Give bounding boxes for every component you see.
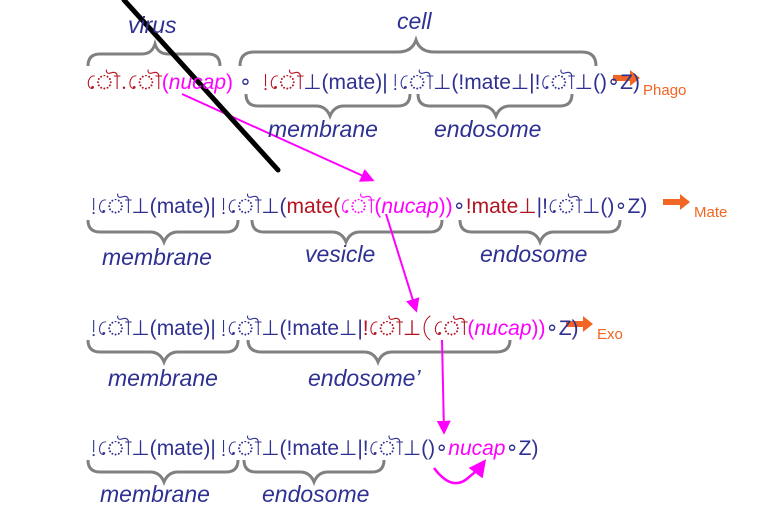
nucap-term: nucap <box>474 317 532 340</box>
move-arrow-exo <box>436 339 451 435</box>
label-membrane-1: membrane <box>268 116 378 142</box>
mate-active: mate <box>286 195 334 218</box>
nucap-term: nucap <box>448 437 506 460</box>
label-virus: virus <box>128 12 177 38</box>
action-label-phago: Phago <box>643 82 687 99</box>
label-endosome-4: endosome <box>262 481 370 507</box>
label-endosome-1: endosome <box>434 116 542 142</box>
bioambient-reduction-diagram: virus cell ৌ.ৌ(nucap) ∘ !ৌ⊥(mate)|!ৌ⊥(!m… <box>0 0 760 530</box>
row-1-expression: ৌ.ৌ(nucap) ∘ !ৌ⊥(mate)|!ৌ⊥(!mate⊥|!ৌ⊥()∘… <box>86 71 640 94</box>
action-label-exo: Exo <box>597 326 623 343</box>
nucap-term: nucap <box>381 195 439 218</box>
label-vesicle: vesicle <box>305 241 376 267</box>
action-label-mate: Mate <box>694 204 728 221</box>
nucap-term: nucap <box>168 71 226 94</box>
brace-virus <box>86 38 222 67</box>
label-cell: cell <box>397 8 432 34</box>
row-3-expression: !ৌ⊥(mate)|!ৌ⊥(!mate⊥|!ৌ⊥(ৌ(nucap))∘Z) <box>86 317 579 340</box>
label-endosome-2: endosome <box>480 241 588 267</box>
phago-prefix: ৌ <box>86 71 121 94</box>
label-membrane-2: membrane <box>102 244 212 270</box>
move-arrow-mate <box>385 213 420 313</box>
row-4-expression: !ৌ⊥(mate)|!ৌ⊥(!mate⊥|!ৌ⊥()∘nucap∘Z) <box>86 437 539 460</box>
label-membrane-3: membrane <box>108 365 218 391</box>
label-membrane-4: membrane <box>100 481 210 507</box>
label-endosome-prime: endosome’ <box>308 365 421 391</box>
row-2-expression: !ৌ⊥(mate)|!ৌ⊥(mate(ৌ(nucap))∘!mate⊥|!ৌ⊥(… <box>86 195 648 218</box>
action-arrow-mate <box>663 194 690 210</box>
brace-cell <box>238 35 598 67</box>
